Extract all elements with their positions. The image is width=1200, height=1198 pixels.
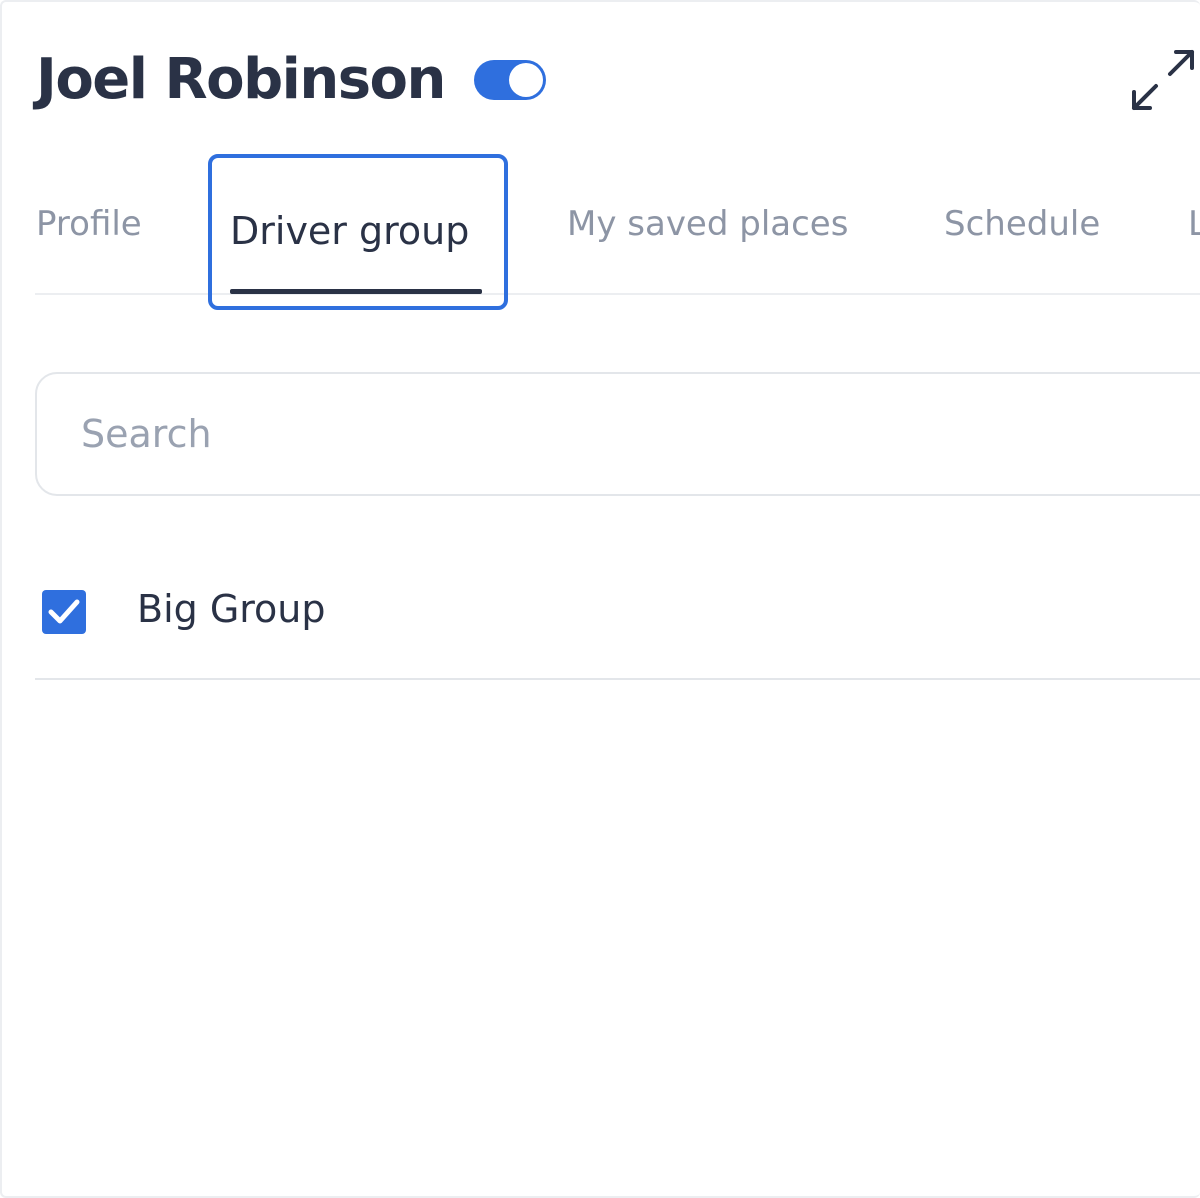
- active-toggle[interactable]: [474, 60, 546, 100]
- search-box: [35, 372, 1200, 496]
- group-label: Big Group: [137, 587, 326, 631]
- checkmark-icon: [48, 599, 80, 624]
- expand-arrows-icon[interactable]: [1130, 48, 1196, 112]
- tab-profile[interactable]: Profile: [36, 202, 142, 246]
- tab-driver-group-label: Driver group: [230, 209, 470, 253]
- group-checkbox[interactable]: [42, 590, 86, 634]
- tab-schedule[interactable]: Schedule: [944, 202, 1100, 246]
- tab-driver-group[interactable]: Driver group: [208, 154, 508, 310]
- tab-truncated[interactable]: L: [1188, 202, 1200, 246]
- driver-panel: Joel Robinson Profile Driver group My sa…: [0, 0, 1200, 1198]
- toggle-knob: [509, 63, 543, 97]
- list-item[interactable]: Big Group: [35, 542, 1200, 680]
- active-tab-underline: [230, 289, 482, 294]
- search-input[interactable]: [81, 404, 1081, 464]
- driver-name-title: Joel Robinson: [36, 47, 446, 112]
- tab-my-saved-places[interactable]: My saved places: [567, 202, 848, 246]
